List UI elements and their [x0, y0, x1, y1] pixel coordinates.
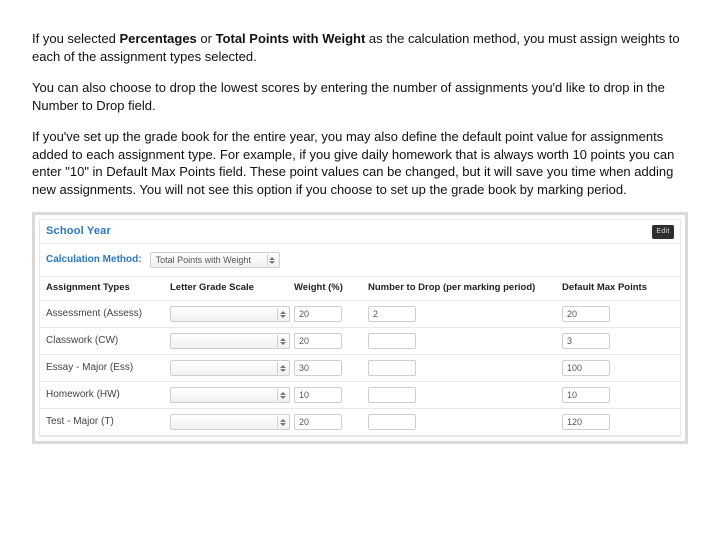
weight-input[interactable]: 20 [294, 306, 342, 322]
gradebook-panel: School Year Edit Calculation Method: Tot… [32, 212, 688, 444]
intro-paragraph-2: You can also choose to drop the lowest s… [32, 79, 688, 114]
default-max-points-input[interactable]: 20 [562, 306, 610, 322]
calculation-method-value: Total Points with Weight [156, 254, 251, 266]
col-weight: Weight (%) [294, 282, 364, 295]
grid-row: Assessment (Assess) 20 2 20 [40, 301, 680, 328]
weight-input[interactable]: 30 [294, 360, 342, 376]
weight-input[interactable]: 10 [294, 387, 342, 403]
calculation-method-row: Calculation Method: Total Points with We… [40, 244, 680, 277]
number-to-drop-input[interactable]: 2 [368, 306, 416, 322]
gradebook-panel-inner: School Year Edit Calculation Method: Tot… [39, 219, 681, 437]
calculation-method-label: Calculation Method: [46, 253, 142, 267]
assignment-type-label: Classwork (CW) [46, 334, 166, 348]
chevron-updown-icon [277, 416, 287, 428]
letter-grade-scale-select[interactable] [170, 360, 290, 376]
col-default-max-points: Default Max Points [562, 282, 672, 295]
col-letter-grade-scale: Letter Grade Scale [170, 282, 290, 295]
intro-paragraph-1: If you selected Percentages or Total Poi… [32, 30, 688, 65]
chevron-updown-icon [267, 254, 277, 266]
assignment-type-label: Homework (HW) [46, 388, 166, 402]
assignment-type-label: Test - Major (T) [46, 415, 166, 429]
default-max-points-input[interactable]: 10 [562, 387, 610, 403]
weight-input[interactable]: 20 [294, 414, 342, 430]
p1-bold-percentages: Percentages [119, 31, 196, 46]
default-max-points-input[interactable]: 3 [562, 333, 610, 349]
panel-header: School Year Edit [40, 220, 680, 244]
default-max-points-input[interactable]: 100 [562, 360, 610, 376]
chevron-updown-icon [277, 362, 287, 374]
calculation-method-select[interactable]: Total Points with Weight [150, 252, 280, 268]
number-to-drop-input[interactable] [368, 387, 416, 403]
grid-row: Essay - Major (Ess) 30 100 [40, 355, 680, 382]
default-max-points-input[interactable]: 120 [562, 414, 610, 430]
chevron-updown-icon [277, 308, 287, 320]
panel-title: School Year [46, 224, 111, 239]
assignment-type-label: Essay - Major (Ess) [46, 361, 166, 375]
edit-button[interactable]: Edit [652, 225, 674, 239]
chevron-updown-icon [277, 335, 287, 347]
letter-grade-scale-select[interactable] [170, 333, 290, 349]
number-to-drop-input[interactable] [368, 333, 416, 349]
intro-paragraph-3: If you've set up the grade book for the … [32, 128, 688, 198]
p1-bold-totalpoints: Total Points with Weight [216, 31, 366, 46]
grid-row: Classwork (CW) 20 3 [40, 328, 680, 355]
number-to-drop-input[interactable] [368, 414, 416, 430]
grid-row: Test - Major (T) 20 120 [40, 409, 680, 436]
letter-grade-scale-select[interactable] [170, 414, 290, 430]
col-number-to-drop: Number to Drop (per marking period) [368, 282, 558, 295]
chevron-updown-icon [277, 389, 287, 401]
letter-grade-scale-select[interactable] [170, 387, 290, 403]
p1-text-a: If you selected [32, 31, 119, 46]
assignment-type-label: Assessment (Assess) [46, 307, 166, 321]
letter-grade-scale-select[interactable] [170, 306, 290, 322]
grid-row: Homework (HW) 10 10 [40, 382, 680, 409]
p1-text-c: or [197, 31, 216, 46]
grid-header-row: Assignment Types Letter Grade Scale Weig… [40, 277, 680, 301]
number-to-drop-input[interactable] [368, 360, 416, 376]
weight-input[interactable]: 20 [294, 333, 342, 349]
col-assignment-types: Assignment Types [46, 282, 166, 295]
